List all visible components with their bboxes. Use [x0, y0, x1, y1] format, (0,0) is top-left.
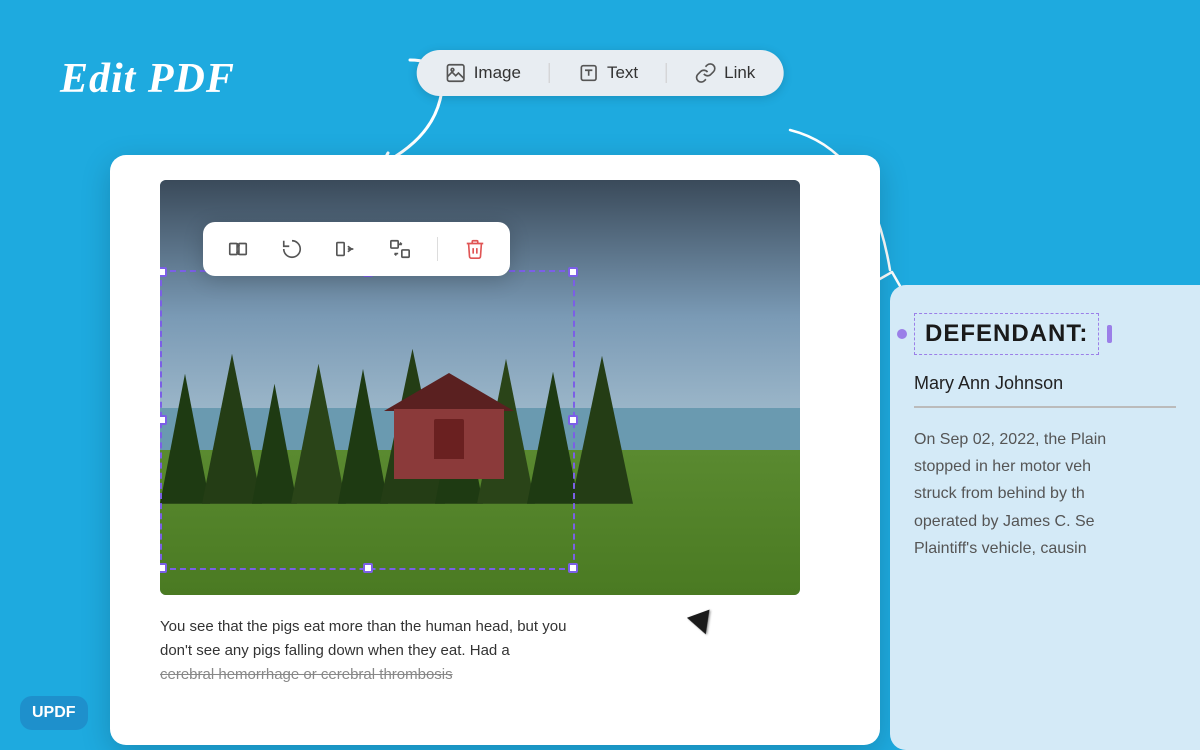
image-toolbar [203, 222, 510, 276]
replace-image-button[interactable] [221, 232, 255, 266]
logo-text: UPDF [32, 704, 76, 722]
barn-roof [384, 373, 514, 411]
toolbar-separator [549, 63, 550, 83]
barn-door [434, 419, 464, 459]
link-label: Link [724, 63, 755, 83]
barn [384, 379, 514, 479]
tree-9 [527, 372, 579, 504]
defendant-label: DEFENDANT: [925, 320, 1088, 348]
image-label: Image [474, 63, 521, 83]
delete-button[interactable] [458, 232, 492, 266]
defendant-name: Mary Ann Johnson [914, 373, 1176, 408]
text-icon [578, 62, 600, 84]
barn-body [394, 409, 504, 479]
tree-3 [252, 384, 297, 504]
body-text-line1: You see that the pigs eat more than the … [160, 618, 566, 635]
tree-1 [160, 374, 210, 504]
updf-logo: UPDF [20, 696, 88, 730]
left-handle [897, 329, 907, 339]
text-tool[interactable]: Text [578, 62, 638, 84]
page-title: Edit PDF [60, 55, 235, 103]
body-text-line3: cerebral hemorrhage or cerebral thrombos… [160, 666, 453, 683]
image-tool[interactable]: Image [445, 62, 521, 84]
toolbar-separator-2 [666, 63, 667, 83]
body-text-line2: don't see any pigs falling down when the… [160, 642, 510, 659]
flip-button[interactable] [329, 232, 363, 266]
rotate-button[interactable] [275, 232, 309, 266]
right-panel: DEFENDANT: Mary Ann Johnson On Sep 02, 2… [890, 285, 1200, 750]
toolbar-sep [437, 237, 438, 261]
link-icon [695, 62, 717, 84]
toolbar-pill: Image Text Link [417, 50, 784, 96]
right-handle [1107, 325, 1112, 343]
doc-image[interactable] [160, 180, 800, 595]
text-label: Text [607, 63, 638, 83]
image-icon [445, 62, 467, 84]
right-panel-body: On Sep 02, 2022, the Plain stopped in he… [914, 426, 1176, 562]
tree-2 [202, 354, 262, 504]
tree-10 [571, 356, 633, 504]
tree-5 [338, 369, 388, 504]
doc-panel: You see that the pigs eat more than the … [110, 155, 880, 745]
tree-4 [291, 364, 346, 504]
link-tool[interactable]: Link [695, 62, 755, 84]
swap-button[interactable] [383, 232, 417, 266]
